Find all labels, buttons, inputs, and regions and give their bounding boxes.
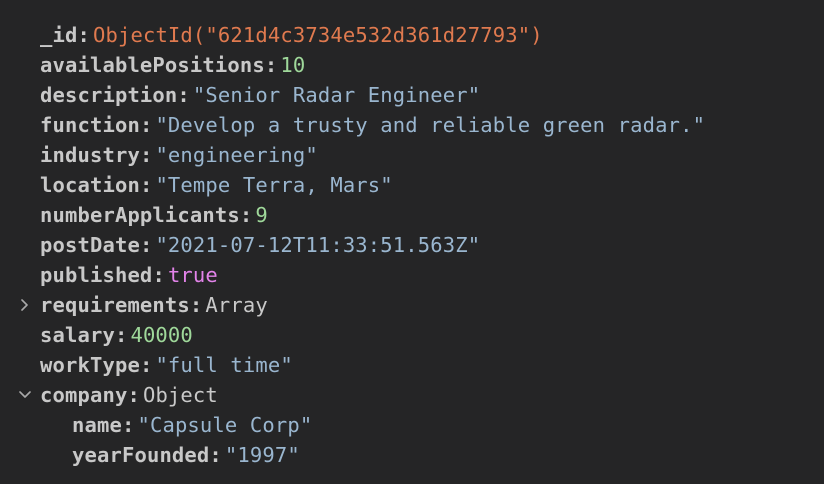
chevron-down-icon[interactable]: [14, 380, 36, 410]
field-colon: :: [239, 203, 253, 227]
field-key: workType: [40, 353, 140, 377]
field-value-number[interactable]: 40000: [130, 323, 192, 347]
field-colon: :: [209, 443, 222, 467]
field-key: description: [40, 83, 178, 107]
field-key: requirements: [40, 293, 190, 317]
field-key: published: [40, 263, 153, 287]
field-colon: :: [139, 173, 153, 197]
field-row-description[interactable]: description: "Senior Radar Engineer": [0, 80, 824, 110]
field-row-published[interactable]: published: true: [0, 260, 824, 290]
field-key: postDate: [40, 233, 140, 257]
field-colon: :: [139, 143, 153, 167]
field-key: industry: [40, 143, 140, 167]
field-value-string[interactable]: "2021-07-12T11:33:51.563Z": [155, 233, 480, 257]
field-colon: :: [189, 293, 203, 317]
field-value-objectid[interactable]: ObjectId("621d4c3734e532d361d27793"): [93, 23, 543, 47]
field-key: availablePositions: [40, 53, 265, 77]
field-colon: :: [152, 263, 165, 287]
field-row-salary[interactable]: salary: 40000: [0, 320, 824, 350]
field-key: location: [40, 173, 140, 197]
field-colon: :: [139, 113, 153, 137]
field-value-string[interactable]: "Tempe Terra, Mars": [155, 173, 392, 197]
field-key: yearFounded: [72, 443, 210, 467]
field-row-company-yearFounded[interactable]: yearFounded: "1997": [0, 440, 824, 470]
field-key: function: [40, 113, 140, 137]
field-value-string[interactable]: "Senior Radar Engineer": [193, 83, 480, 107]
field-colon: :: [139, 233, 153, 257]
field-key: _id: [40, 23, 78, 47]
field-value-string[interactable]: "full time": [155, 353, 292, 377]
field-row-workType[interactable]: workType: "full time": [0, 350, 824, 380]
field-colon: :: [177, 83, 190, 107]
field-value-string[interactable]: "1997": [225, 443, 300, 467]
field-value-string[interactable]: "engineering": [155, 143, 317, 167]
field-row-industry[interactable]: industry: "engineering": [0, 140, 824, 170]
field-colon: :: [77, 23, 90, 47]
field-row-company-name[interactable]: name: "Capsule Corp": [0, 410, 824, 440]
field-row-id[interactable]: _id: ObjectId("621d4c3734e532d361d27793"): [0, 20, 824, 50]
field-row-location[interactable]: location: "Tempe Terra, Mars": [0, 170, 824, 200]
chevron-right-icon[interactable]: [14, 290, 36, 320]
field-value-type[interactable]: Object: [143, 383, 218, 407]
field-key: company: [40, 383, 128, 407]
field-key: salary: [40, 323, 115, 347]
field-colon: :: [139, 353, 153, 377]
field-row-numberApplicants[interactable]: numberApplicants: 9: [0, 200, 824, 230]
field-colon: :: [264, 53, 278, 77]
field-row-requirements[interactable]: requirements: Array: [0, 290, 824, 320]
field-row-function[interactable]: function: "Develop a trusty and reliable …: [0, 110, 824, 140]
field-key: numberApplicants: [40, 203, 240, 227]
document-viewer: _id: ObjectId("621d4c3734e532d361d27793")…: [0, 20, 824, 470]
field-row-postDate[interactable]: postDate: "2021-07-12T11:33:51.563Z": [0, 230, 824, 260]
field-value-number[interactable]: 9: [255, 203, 268, 227]
field-colon: :: [127, 383, 140, 407]
field-row-availablePositions[interactable]: availablePositions: 10: [0, 50, 824, 80]
field-colon: :: [121, 413, 135, 437]
field-colon: :: [114, 323, 128, 347]
field-value-string[interactable]: "Develop a trusty and reliable green rad…: [155, 113, 705, 137]
field-value-type[interactable]: Array: [205, 293, 267, 317]
field-value-string[interactable]: "Capsule Corp": [137, 413, 312, 437]
field-key: name: [72, 413, 122, 437]
field-value-number[interactable]: 10: [280, 53, 305, 77]
field-value-boolean[interactable]: true: [168, 263, 218, 287]
field-row-company[interactable]: company: Object: [0, 380, 824, 410]
